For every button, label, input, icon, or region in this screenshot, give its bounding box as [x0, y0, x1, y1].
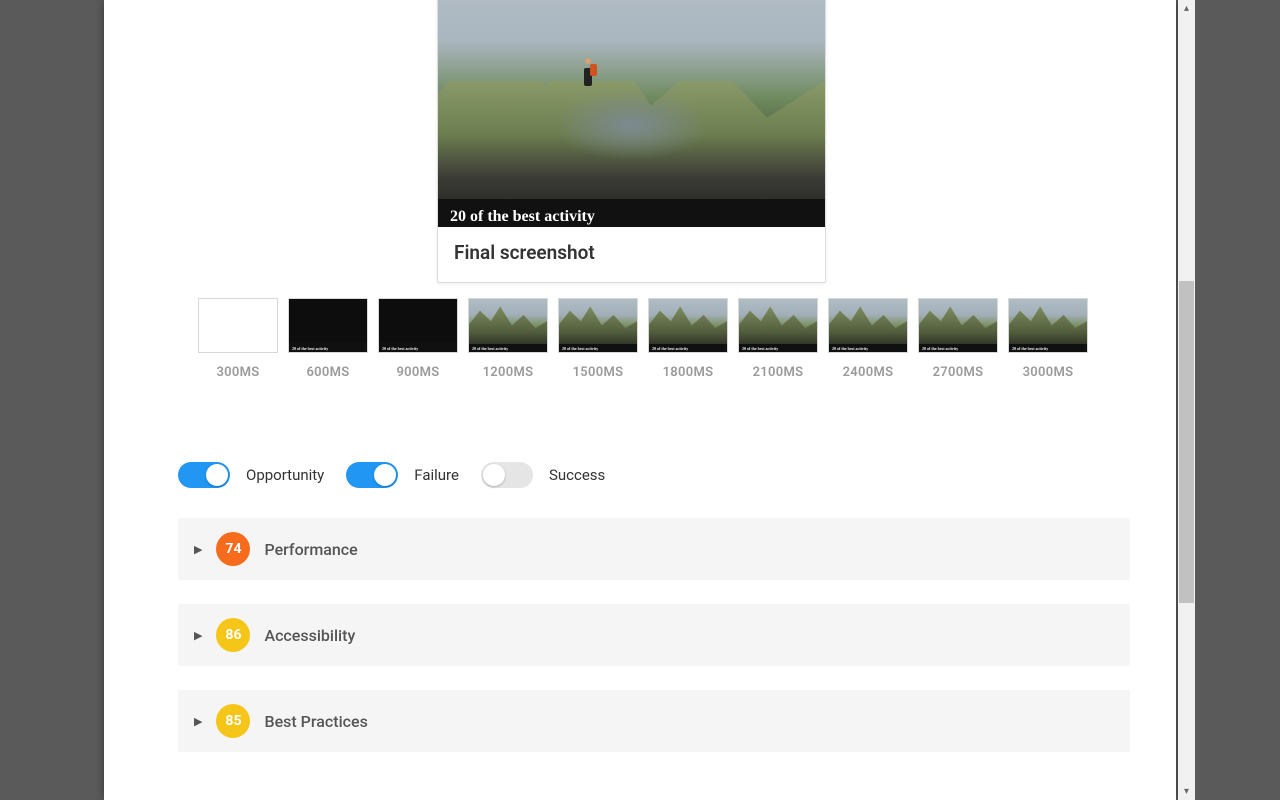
- toggle-opportunity-label: Opportunity: [246, 466, 324, 484]
- audit-score-badge: 74: [216, 532, 250, 566]
- filmstrip-item[interactable]: 20 of the best activity 2100MS: [738, 298, 818, 380]
- audit-list: ▶ 74 Performance ▶ 86 Accessibility ▶ 85 Best Pr…: [178, 518, 1130, 776]
- scrollbar-track[interactable]: [1178, 17, 1195, 783]
- audit-section[interactable]: ▶ 86 Accessibility: [178, 604, 1130, 666]
- expand-caret-icon: ▶: [194, 715, 202, 728]
- caption-line-1: 20 of the best activity: [450, 208, 595, 225]
- audit-score-badge: 86: [216, 618, 250, 652]
- toggle-success[interactable]: [481, 462, 533, 488]
- filmstrip-item[interactable]: 20 of the best activity 2400MS: [828, 298, 908, 380]
- toggle-failure[interactable]: [346, 462, 398, 488]
- filmstrip-time-label: 900MS: [378, 365, 458, 380]
- filmstrip-thumb: 20 of the best activity: [558, 298, 638, 353]
- filmstrip-timeline: 300MS20 of the best activity600MS20 of t…: [198, 298, 1104, 380]
- final-screenshot-card: 20 of the best activity holidays in the …: [437, 0, 826, 283]
- filmstrip-thumb: 20 of the best activity: [468, 298, 548, 353]
- final-screenshot-label: Final screenshot: [438, 227, 825, 282]
- filmstrip-time-label: 600MS: [288, 365, 368, 380]
- filmstrip-time-label: 1800MS: [648, 365, 728, 380]
- filmstrip-item[interactable]: 20 of the best activity 1800MS: [648, 298, 728, 380]
- scrollbar-thumb[interactable]: [1179, 281, 1194, 603]
- filmstrip-thumb: 20 of the best activity: [1008, 298, 1088, 353]
- filmstrip-thumb: 20 of the best activity: [738, 298, 818, 353]
- audit-title: Performance: [264, 540, 357, 559]
- final-screenshot-image: 20 of the best activity holidays in the …: [438, 0, 825, 227]
- toggle-failure-label: Failure: [414, 466, 459, 484]
- audit-section[interactable]: ▶ 74 Performance: [178, 518, 1130, 580]
- audit-section[interactable]: ▶ 85 Best Practices: [178, 690, 1130, 752]
- filmstrip-time-label: 2100MS: [738, 365, 818, 380]
- filmstrip-item[interactable]: 20 of the best activity 900MS: [378, 298, 458, 380]
- filmstrip-time-label: 300MS: [198, 365, 278, 380]
- filmstrip-item[interactable]: 20 of the best activity 2700MS: [918, 298, 998, 380]
- filmstrip-time-label: 3000MS: [1008, 365, 1088, 380]
- filmstrip-item[interactable]: 20 of the best activity 1500MS: [558, 298, 638, 380]
- filmstrip-time-label: 1200MS: [468, 365, 548, 380]
- scroll-down-button[interactable]: ▾: [1178, 783, 1195, 800]
- toggle-opportunity[interactable]: [178, 462, 230, 488]
- screenshot-caption: 20 of the best activity holidays in the …: [438, 199, 825, 227]
- audit-title: Best Practices: [264, 712, 367, 731]
- filmstrip-thumb: 20 of the best activity: [378, 298, 458, 353]
- report-viewport: ▴ ▾ 20 of the best activity holidays in …: [104, 0, 1176, 800]
- scroll-up-button[interactable]: ▴: [1178, 0, 1195, 17]
- audit-score-badge: 85: [216, 704, 250, 738]
- filmstrip-time-label: 1500MS: [558, 365, 638, 380]
- filmstrip-item[interactable]: 20 of the best activity 1200MS: [468, 298, 548, 380]
- expand-caret-icon: ▶: [194, 629, 202, 642]
- filmstrip-time-label: 2700MS: [918, 365, 998, 380]
- filmstrip-item[interactable]: 20 of the best activity 3000MS: [1008, 298, 1088, 380]
- filmstrip-thumb: 20 of the best activity: [918, 298, 998, 353]
- report-body: 20 of the best activity holidays in the …: [150, 0, 1152, 800]
- filmstrip-thumb: 20 of the best activity: [648, 298, 728, 353]
- audit-title: Accessibility: [264, 626, 355, 645]
- filmstrip-thumb: 20 of the best activity: [288, 298, 368, 353]
- filmstrip-thumb: [198, 298, 278, 353]
- filmstrip-item[interactable]: 20 of the best activity 600MS: [288, 298, 368, 380]
- toggle-success-label: Success: [549, 466, 605, 484]
- filmstrip-time-label: 2400MS: [828, 365, 908, 380]
- filter-toggles: Opportunity Failure Success: [178, 462, 611, 488]
- expand-caret-icon: ▶: [194, 543, 202, 556]
- filmstrip-item[interactable]: 300MS: [198, 298, 278, 380]
- filmstrip-thumb: 20 of the best activity: [828, 298, 908, 353]
